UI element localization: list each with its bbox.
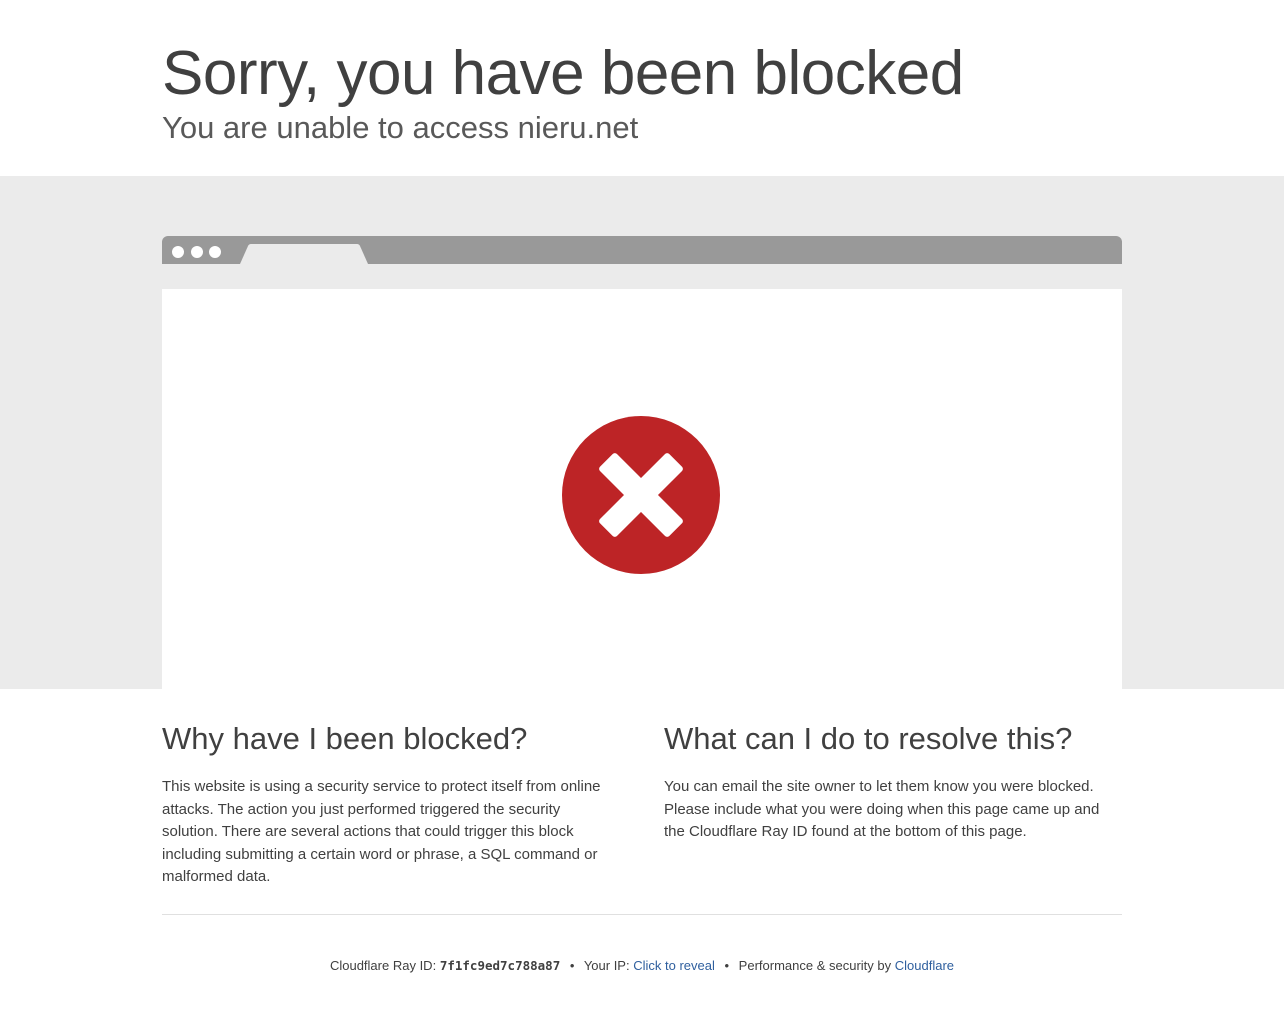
footer-separator: • bbox=[724, 958, 730, 973]
your-ip-label: Your IP: bbox=[583, 958, 630, 973]
page-header: Sorry, you have been blocked You are una… bbox=[0, 0, 1284, 176]
browser-tab-icon bbox=[240, 244, 368, 264]
page-subtitle: You are unable to access nieru.net bbox=[162, 110, 639, 145]
performance-label: Performance & security by bbox=[738, 958, 892, 973]
cloudflare-link[interactable]: Cloudflare bbox=[895, 958, 954, 973]
why-blocked-heading: Why have I been blocked? bbox=[162, 721, 528, 756]
reveal-ip-link[interactable]: Click to reveal bbox=[633, 958, 715, 973]
why-blocked-section: Why have I been blocked? This website is… bbox=[162, 717, 620, 889]
page-title: Sorry, you have been blocked bbox=[162, 39, 964, 108]
footer-separator: • bbox=[569, 958, 575, 973]
window-dot-icon bbox=[191, 246, 203, 258]
resolve-heading: What can I do to resolve this? bbox=[664, 721, 1073, 756]
window-dot-icon bbox=[209, 246, 221, 258]
window-dot-icon bbox=[172, 246, 184, 258]
blocked-x-icon bbox=[562, 416, 720, 574]
resolve-text: You can email the site owner to let them… bbox=[664, 778, 1100, 840]
ray-id-value: 7f1fc9ed7c788a87 bbox=[439, 958, 561, 973]
why-blocked-text: This website is using a security service… bbox=[162, 778, 601, 885]
ray-id-label: Cloudflare Ray ID: bbox=[329, 958, 437, 973]
footer: Cloudflare Ray ID: 7f1fc9ed7c788a87 • Yo… bbox=[0, 955, 1284, 977]
resolve-section: What can I do to resolve this? You can e… bbox=[664, 717, 1122, 844]
footer-divider bbox=[162, 914, 1122, 915]
